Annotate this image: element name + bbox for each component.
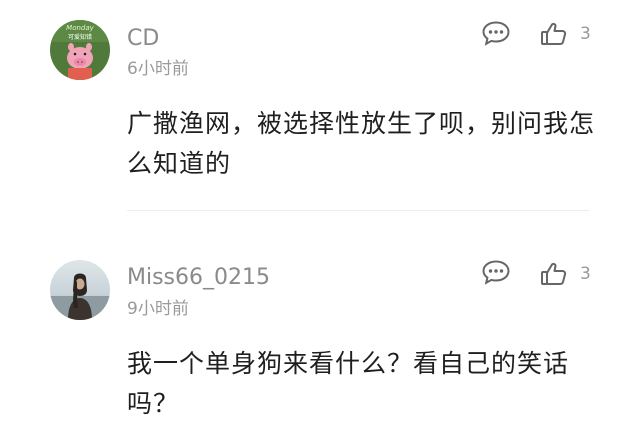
comment-bubble-icon-svg <box>482 21 510 46</box>
like-count: 3 <box>580 23 591 44</box>
like-button[interactable]: 3 <box>540 260 591 288</box>
username[interactable]: Miss66_0215 <box>127 267 270 289</box>
avatar-image <box>50 260 110 320</box>
thumbs-up-icon <box>541 22 567 45</box>
comment-text: 广撒渔网，被选择性放生了呗，别问我怎么知道的 <box>127 109 596 178</box>
comment-item: Miss66_0215 9小时前 3 我一个单身狗来看什么？看自己的笑话吗？ <box>0 211 640 446</box>
comment-bubble-icon[interactable] <box>481 259 511 285</box>
avatar[interactable]: Monday 可爱知错 <box>50 20 110 80</box>
comment-bubble-icon[interactable] <box>481 20 511 46</box>
timestamp: 9小时前 <box>127 299 189 319</box>
thumbs-up-icon <box>541 262 567 285</box>
comment-text: 我一个单身狗来看什么？看自己的笑话吗？ <box>127 349 570 418</box>
avatar-logo-text: Monday <box>66 24 94 32</box>
comment-bubble-icon-svg <box>482 260 510 285</box>
avatar-logo-subtext: 可爱知错 <box>68 33 92 41</box>
like-button[interactable]: 3 <box>540 20 591 48</box>
avatar[interactable] <box>50 260 110 320</box>
username[interactable]: CD <box>127 28 159 50</box>
comment-item: Monday 可爱知错 CD 6小时前 3 广撒渔网，被选择性放生了呗，别问我怎… <box>0 0 640 210</box>
avatar-image: Monday 可爱知错 <box>50 20 110 80</box>
like-count: 3 <box>580 263 591 284</box>
timestamp: 6小时前 <box>127 59 189 79</box>
